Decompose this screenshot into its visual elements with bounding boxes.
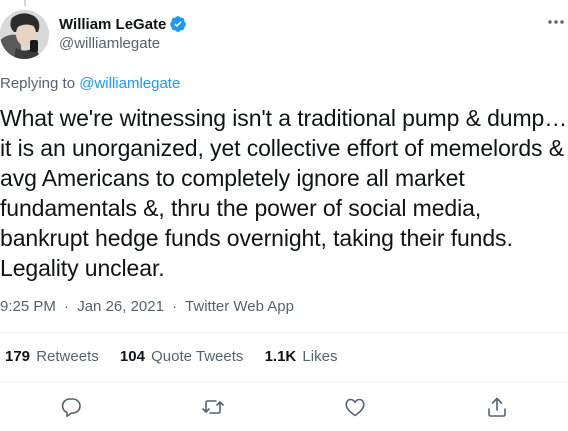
retweets-count: 179 xyxy=(5,348,31,365)
meta-separator: · xyxy=(64,298,70,315)
reply-icon[interactable] xyxy=(59,395,83,419)
tweet-metadata: 9:25 PM · Jan 26, 2021 · Twitter Web App xyxy=(0,298,294,315)
quote-tweets-count: 104 xyxy=(119,348,145,365)
heart-icon[interactable] xyxy=(343,395,367,419)
tweet-time[interactable]: 9:25 PM xyxy=(0,298,56,315)
author-handle[interactable]: @williamlegate xyxy=(59,35,187,52)
quote-tweets-stat[interactable]: 104 Quote Tweets xyxy=(120,348,243,365)
share-icon[interactable] xyxy=(485,395,509,419)
engagement-stats: 179 Retweets 104 Quote Tweets 1.1K Likes xyxy=(5,348,354,365)
likes-stat[interactable]: 1.1K Likes xyxy=(265,348,338,365)
retweets-stat[interactable]: 179 Retweets xyxy=(5,348,99,365)
retweet-icon[interactable] xyxy=(201,395,225,419)
retweets-label: Retweets xyxy=(36,348,99,365)
verified-badge-icon xyxy=(169,15,187,33)
more-options-icon[interactable] xyxy=(546,12,566,32)
avatar[interactable] xyxy=(0,10,49,59)
replying-prefix: Replying to xyxy=(0,75,76,92)
likes-label: Likes xyxy=(302,348,338,365)
likes-count: 1.1K xyxy=(264,348,297,365)
replying-mention-link[interactable]: @williamlegate xyxy=(79,75,180,92)
tweet-text: What we're witnessing isn't a traditiona… xyxy=(0,105,568,281)
tweet-source[interactable]: Twitter Web App xyxy=(185,298,294,315)
thread-connector-line xyxy=(24,0,26,6)
author-block: William LeGate @williamlegate xyxy=(59,14,187,52)
tweet-date[interactable]: Jan 26, 2021 xyxy=(77,298,164,315)
quote-tweets-label: Quote Tweets xyxy=(151,348,244,365)
replying-to-line: Replying to @williamlegate xyxy=(0,75,180,92)
action-bar xyxy=(0,393,568,423)
divider-bottom xyxy=(0,382,568,383)
avatar-image xyxy=(0,10,49,59)
author-display-name[interactable]: William LeGate xyxy=(59,16,166,33)
divider-top xyxy=(0,332,568,333)
meta-separator: · xyxy=(172,298,178,315)
